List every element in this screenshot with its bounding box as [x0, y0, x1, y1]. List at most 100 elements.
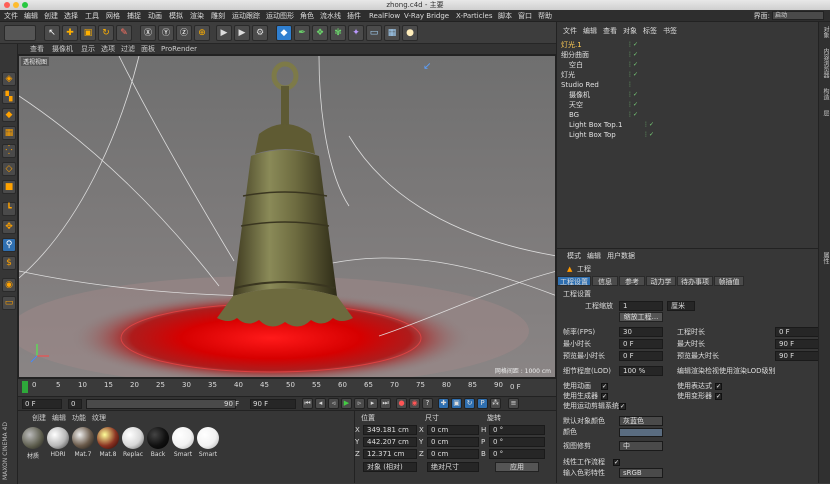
visibility-check-icon[interactable]: ⋮✓ — [643, 130, 654, 140]
start-frame-field[interactable]: 0 F — [22, 399, 62, 409]
menu-realflow[interactable]: RealFlow — [369, 11, 400, 21]
deformer-icon[interactable]: ✦ — [348, 25, 364, 41]
scale-project-button[interactable]: 缩放工程... — [619, 312, 663, 322]
tab-todo[interactable]: 待办事项 — [677, 276, 713, 286]
material-menu-edit[interactable]: 编辑 — [52, 413, 66, 423]
make-editable-icon[interactable]: ◈ — [2, 72, 16, 86]
material-swatch[interactable] — [22, 427, 44, 449]
material-menu-create[interactable]: 创建 — [32, 413, 46, 423]
render-view-icon[interactable]: ▶ — [216, 25, 232, 41]
coordinate-system-icon[interactable]: ⊕ — [194, 25, 210, 41]
axis-mode-icon[interactable]: ┗ — [2, 202, 16, 216]
tab-info[interactable]: 信息 — [592, 276, 618, 286]
apply-button[interactable]: 应用 — [495, 462, 539, 472]
attr-menu-user-data[interactable]: 用户数据 — [607, 251, 635, 261]
object-menu-file[interactable]: 文件 — [563, 26, 577, 36]
object-row[interactable]: Light Box Top.1 ⋮✓ — [557, 120, 819, 130]
keyframe-selection-icon[interactable]: ? — [422, 398, 433, 409]
object-row[interactable]: Light Box Top ⋮✓ — [557, 130, 819, 140]
x-axis-lock-icon[interactable]: Ⓧ — [140, 25, 156, 41]
object-menu-tags[interactable]: 标签 — [643, 26, 657, 36]
menu-tools[interactable]: 工具 — [85, 11, 99, 21]
cube-primitive-icon[interactable]: ◆ — [276, 25, 292, 41]
use-generators-checkbox[interactable]: ✓ — [601, 393, 608, 400]
object-row[interactable]: 灯光 ⋮✓ — [557, 70, 819, 80]
minimize-window-button[interactable] — [13, 2, 19, 8]
material-menu-function[interactable]: 功能 — [72, 413, 86, 423]
default-color-select[interactable]: 灰蓝色 — [619, 416, 663, 426]
object-row[interactable]: 空白 ⋮✓ — [557, 60, 819, 70]
material-swatch[interactable] — [72, 427, 94, 449]
object-row[interactable]: 灯光.1 ⋮✓ — [557, 40, 819, 50]
color-swatch[interactable] — [619, 428, 663, 437]
side-tab-objects[interactable]: 对象 — [820, 26, 830, 38]
side-tab-content-browser[interactable]: 内容浏览器 — [820, 48, 830, 78]
timeline[interactable]: 0 5 10 15 20 25 30 35 40 45 50 55 60 65 … — [18, 378, 556, 396]
viewport-menu-panel[interactable]: 面板 — [141, 44, 155, 55]
array-icon[interactable]: ✾ — [330, 25, 346, 41]
menu-simulate[interactable]: 模拟 — [169, 11, 183, 21]
menu-plugins[interactable]: 插件 — [347, 11, 361, 21]
max-time-field[interactable]: 90 F — [775, 339, 819, 349]
menu-character[interactable]: 角色 — [300, 11, 314, 21]
menu-pipeline[interactable]: 流水线 — [320, 11, 341, 21]
tab-reference[interactable]: 参考 — [619, 276, 645, 286]
light-icon[interactable]: ● — [402, 25, 418, 41]
viewport-menu-options[interactable]: 选项 — [101, 44, 115, 55]
visibility-check-icon[interactable]: ⋮✓ — [627, 60, 638, 70]
material-swatch[interactable] — [172, 427, 194, 449]
points-mode-icon[interactable]: ⁛ — [2, 144, 16, 158]
input-color-profile-select[interactable]: sRGB — [619, 468, 663, 478]
object-menu-objects[interactable]: 对象 — [623, 26, 637, 36]
scale-tool-icon[interactable]: ▣ — [80, 25, 96, 41]
tweak-mode-icon[interactable]: ✥ — [2, 220, 16, 234]
menu-sculpt[interactable]: 雕刻 — [211, 11, 225, 21]
quantize-icon[interactable]: ◉ — [2, 278, 16, 292]
material-swatch[interactable] — [97, 427, 119, 449]
workplane-icon[interactable]: ▦ — [2, 126, 16, 140]
menu-mograph[interactable]: 运动图形 — [266, 11, 294, 21]
prev-key-icon[interactable]: ◂ — [315, 398, 326, 409]
menu-script[interactable]: 脚本 — [498, 11, 512, 21]
tab-project-settings[interactable]: 工程设置 — [557, 276, 591, 286]
use-expressions-checkbox[interactable]: ✓ — [715, 383, 722, 390]
edges-mode-icon[interactable]: ◇ — [2, 162, 16, 176]
render-settings-icon[interactable]: ⚙ — [252, 25, 268, 41]
zoom-window-button[interactable] — [22, 2, 28, 8]
min-time-field[interactable]: 0 F — [619, 339, 663, 349]
menu-file[interactable]: 文件 — [4, 11, 18, 21]
key-pla-icon[interactable]: ⁂ — [490, 398, 501, 409]
object-menu-view[interactable]: 查看 — [603, 26, 617, 36]
menu-xparticles[interactable]: X-Particles — [456, 11, 492, 21]
use-motion-system-checkbox[interactable]: ✓ — [619, 403, 626, 410]
object-row[interactable]: 天空 ⋮✓ — [557, 100, 819, 110]
model-mode-icon[interactable]: ▚ — [2, 90, 16, 104]
tab-dynamics[interactable]: 动力学 — [646, 276, 676, 286]
key-scale-icon[interactable]: ▣ — [451, 398, 462, 409]
visibility-check-icon[interactable]: ⋮✓ — [627, 110, 638, 120]
layout-select[interactable]: 启动 — [772, 11, 824, 20]
viewport-menu-prorender[interactable]: ProRender — [161, 44, 197, 55]
current-frame-field[interactable]: 0 F — [68, 399, 82, 417]
menu-help[interactable]: 帮助 — [538, 11, 552, 21]
undo-redo-group[interactable] — [4, 25, 36, 41]
size-x-field[interactable]: 0 cm — [427, 425, 479, 435]
end-frame-field[interactable]: 90 F — [250, 399, 296, 409]
coords-mode-select[interactable]: 对象 (相对) — [363, 462, 417, 472]
menu-window[interactable]: 窗口 — [518, 11, 532, 21]
object-row[interactable]: Studio Red ⋮ — [557, 80, 819, 90]
prev-frame-icon[interactable]: ◃ — [328, 398, 339, 409]
record-keys-icon[interactable]: ● — [396, 398, 407, 409]
attr-menu-mode[interactable]: 模式 — [567, 251, 581, 261]
rotation-p-field[interactable]: 0 ° — [489, 437, 545, 447]
play-icon[interactable]: ▶ — [341, 398, 352, 409]
tab-key-interpolation[interactable]: 帧插值 — [714, 276, 744, 286]
visibility-check-icon[interactable]: ⋮✓ — [627, 50, 638, 60]
attr-menu-edit[interactable]: 编辑 — [587, 251, 601, 261]
snap-icon[interactable]: ⚲ — [2, 238, 16, 252]
autokey-icon[interactable]: ◉ — [409, 398, 420, 409]
visibility-check-icon[interactable]: ⋮✓ — [627, 90, 638, 100]
position-x-field[interactable]: 349.181 cm — [363, 425, 417, 435]
go-to-end-icon[interactable]: ⏭ — [380, 398, 391, 409]
menu-select[interactable]: 选择 — [64, 11, 78, 21]
